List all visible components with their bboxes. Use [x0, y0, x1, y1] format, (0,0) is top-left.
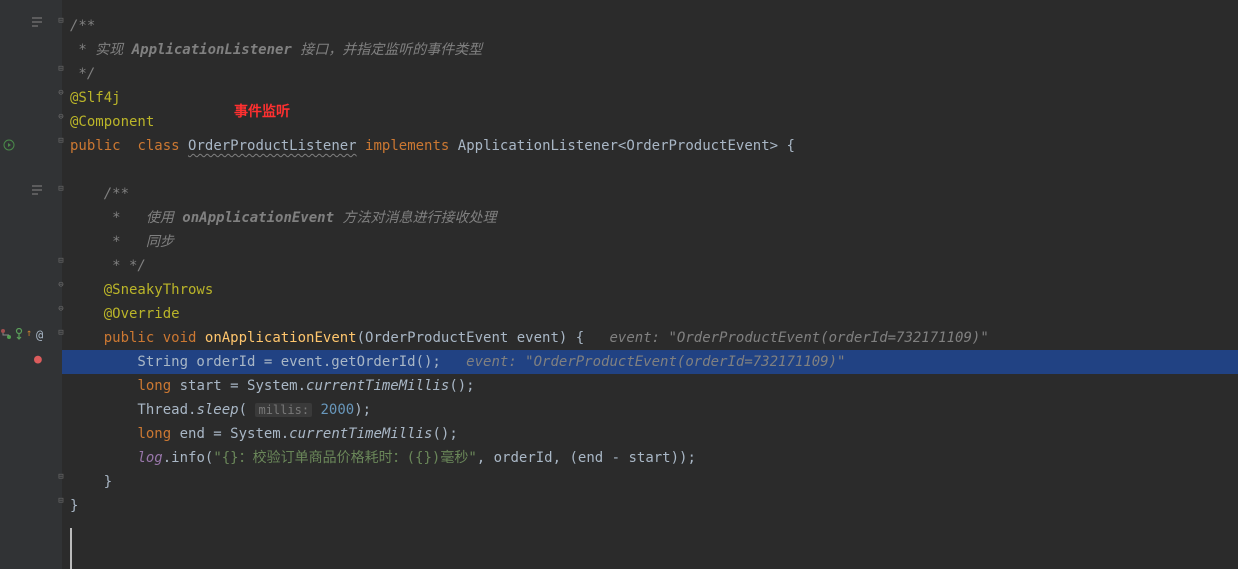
inline-debug-hint: event: "OrderProductEvent(orderId=732171… [609, 330, 988, 346]
editor-gutter: ⊟ ⊟ ⊖ ⊖ ⊟ ⊟ ⊟ ⊖ ⊖ ↑ @ ⊟ ● ⊟ ⊟ [0, 0, 62, 569]
run-icon[interactable] [2, 138, 16, 152]
code-line: * 同步 [62, 230, 1238, 254]
inline-debug-hint: event: "OrderProductEvent(orderId=732171… [466, 354, 845, 370]
code-line: } [62, 470, 1238, 494]
code-line: /** [62, 14, 1238, 38]
param-hint: millis: [255, 403, 312, 417]
caret-indicator [70, 528, 72, 569]
code-line: public class OrderProductListener implem… [62, 134, 1238, 158]
paragraph-icon [30, 184, 44, 196]
code-line: /** [62, 182, 1238, 206]
override-up-icon[interactable]: ↑ [26, 328, 32, 339]
annotation-marker-icon[interactable]: @ [36, 328, 43, 342]
breakpoint-icon[interactable]: ● [34, 352, 42, 367]
code-line: @Slf4j [62, 86, 1238, 110]
code-line: long start = System.currentTimeMillis(); [62, 374, 1238, 398]
code-line: * 实现 ApplicationListener 接口，并指定监听的事件类型 [62, 38, 1238, 62]
code-line: public void onApplicationEvent(OrderProd… [62, 326, 1238, 350]
code-line: Thread.sleep( millis: 2000); [62, 398, 1238, 422]
code-line: */ [62, 62, 1238, 86]
code-editor[interactable]: 事件监听 /** * 实现 ApplicationListener 接口，并指定… [62, 0, 1238, 569]
code-line: } [62, 494, 1238, 518]
code-line: log.info("{}：校验订单商品价格耗时：({})毫秒", orderId… [62, 446, 1238, 470]
code-line: @SneakyThrows [62, 278, 1238, 302]
code-line: * */ [62, 254, 1238, 278]
code-line-current: String orderId = event.getOrderId(); eve… [62, 350, 1238, 374]
code-line: long end = System.currentTimeMillis(); [62, 422, 1238, 446]
code-line: * 使用 onApplicationEvent 方法对消息进行接收处理 [62, 206, 1238, 230]
vcs-icon[interactable] [0, 328, 12, 340]
implement-icon[interactable] [14, 328, 24, 340]
code-line [62, 158, 1238, 182]
paragraph-icon [30, 16, 44, 28]
code-line: @Component [62, 110, 1238, 134]
code-line: @Override [62, 302, 1238, 326]
